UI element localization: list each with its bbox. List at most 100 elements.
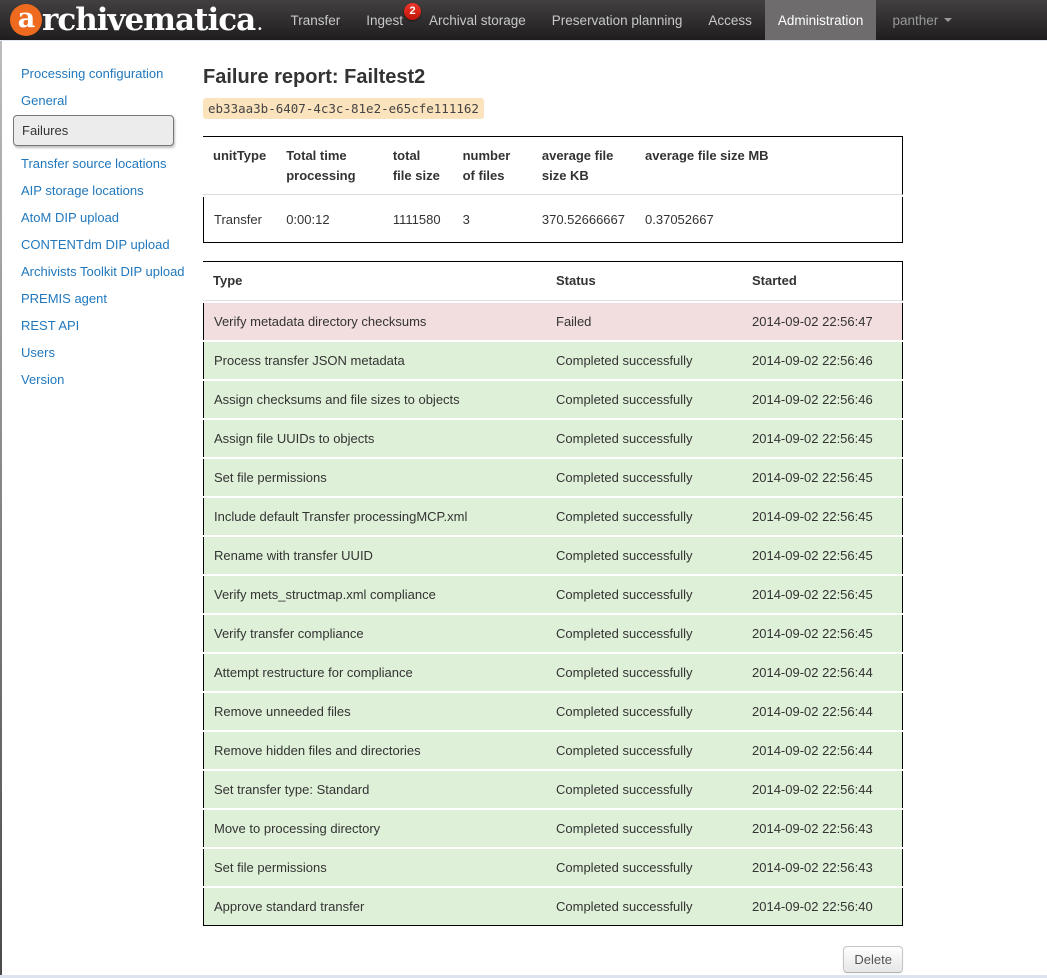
task-started: 2014-09-02 22:56:45 (742, 498, 903, 535)
delete-button[interactable]: Delete (843, 946, 903, 973)
report-actions: Delete (203, 946, 903, 973)
task-row-remove-unneeded-files: Remove unneeded files Completed successf… (203, 693, 903, 730)
task-started: 2014-09-02 22:56:45 (742, 420, 903, 457)
navbar-menu: Transfer Ingest 2 Archival storage (277, 0, 876, 40)
task-status: Completed successfully (546, 771, 742, 808)
sidebar-item-processing-configuration: Processing configuration (21, 66, 189, 81)
task-type: Attempt restructure for compliance (203, 654, 546, 691)
sidebar-item-archivists-toolkit-dip-upload: Archivists Toolkit DIP upload (21, 264, 189, 279)
chevron-down-icon (944, 18, 952, 22)
task-status: Completed successfully (546, 420, 742, 457)
summary-column-header: Total time processing (276, 136, 383, 195)
task-started: 2014-09-02 22:56:43 (742, 810, 903, 847)
summary-column-header: unitType (203, 136, 276, 195)
summary-row: Transfer 0:00:12 1111580 3 370.52666667 … (203, 197, 903, 243)
task-row-verify-metadata-directory-checksums: Verify metadata directory checksums Fail… (203, 303, 903, 340)
summary-column-header: average file size KB (532, 136, 635, 195)
summary-column-header: number of files (453, 136, 532, 195)
task-status: Completed successfully (546, 381, 742, 418)
nav-item-administration[interactable]: Administration (765, 0, 877, 40)
sidebar-item-atom-dip-upload: AtoM DIP upload (21, 210, 189, 225)
task-status: Failed (546, 303, 742, 340)
sidebar-item-aip-storage-locations: AIP storage locations (21, 183, 189, 198)
task-row-verify-mets-structmap-xml-compliance: Verify mets_structmap.xml compliance Com… (203, 576, 903, 613)
task-started: 2014-09-02 22:56:44 (742, 693, 903, 730)
task-started: 2014-09-02 22:56:47 (742, 303, 903, 340)
task-status: Completed successfully (546, 537, 742, 574)
task-row-set-file-permissions: Set file permissions Completed successfu… (203, 849, 903, 886)
task-type: Set transfer type: Standard (203, 771, 546, 808)
tasks-column-header: Type (203, 261, 546, 301)
logo-dot: . (257, 18, 261, 33)
task-type: Remove hidden files and directories (203, 732, 546, 769)
task-type: Verify transfer compliance (203, 615, 546, 652)
task-type: Remove unneeded files (203, 693, 546, 730)
task-status: Completed successfully (546, 693, 742, 730)
task-status: Completed successfully (546, 615, 742, 652)
task-type: Assign checksums and file sizes to objec… (203, 381, 546, 418)
task-status: Completed successfully (546, 849, 742, 886)
tasks-column-header: Started (742, 261, 903, 301)
summary-total-time: 0:00:12 (276, 197, 383, 243)
user-name: panther (892, 13, 938, 28)
tasks-column-header: Status (546, 261, 742, 301)
sidebar-item-premis-agent: PREMIS agent (21, 291, 189, 306)
task-type: Process transfer JSON metadata (203, 342, 546, 379)
task-type: Rename with transfer UUID (203, 537, 546, 574)
summary-table: unitTypeTotal time processingtotal file … (203, 134, 903, 245)
admin-sidebar: Processing configuration General Failure… (2, 41, 197, 399)
nav-item-transfer[interactable]: Transfer (277, 0, 353, 40)
task-row-move-to-processing-directory: Move to processing directory Completed s… (203, 810, 903, 847)
task-status: Completed successfully (546, 576, 742, 613)
task-row-attempt-restructure-for-compliance: Attempt restructure for compliance Compl… (203, 654, 903, 691)
nav-item-archival-storage[interactable]: Archival storage (416, 0, 539, 40)
main-content: Failure report: Failtest2 eb33aa3b-6407-… (203, 41, 903, 973)
task-type: Assign file UUIDs to objects (203, 420, 546, 457)
sidebar-item-version: Version (21, 372, 189, 387)
sidebar-item-users: Users (21, 345, 189, 360)
summary-avg-size-mb: 0.37052667 (635, 197, 903, 243)
archivematica-logo[interactable]: archivematica. (10, 0, 261, 40)
nav-item-preservation-planning[interactable]: Preservation planning (539, 0, 696, 40)
task-started: 2014-09-02 22:56:46 (742, 381, 903, 418)
summary-column-header: total file size (383, 136, 453, 195)
task-started: 2014-09-02 22:56:43 (742, 849, 903, 886)
nav-item-access[interactable]: Access (695, 0, 765, 40)
task-row-approve-standard-transfer: Approve standard transfer Completed succ… (203, 888, 903, 926)
logo-a-icon: a (10, 4, 42, 36)
user-menu[interactable]: panther (880, 0, 964, 40)
page-title: Failure report: Failtest2 (203, 66, 903, 89)
sidebar-item-rest-api: REST API (21, 318, 189, 333)
sidebar-item-transfer-source-locations: Transfer source locations (21, 156, 189, 171)
task-started: 2014-09-02 22:56:45 (742, 576, 903, 613)
summary-number-of-files: 3 (453, 197, 532, 243)
task-type: Include default Transfer processingMCP.x… (203, 498, 546, 535)
task-started: 2014-09-02 22:56:45 (742, 537, 903, 574)
transfer-uuid-badge: eb33aa3b-6407-4c3c-81e2-e65cfe111162 (203, 98, 484, 119)
task-status: Completed successfully (546, 810, 742, 847)
task-type: Verify mets_structmap.xml compliance (203, 576, 546, 613)
task-status: Completed successfully (546, 342, 742, 379)
sidebar-item-failures: Failures (13, 115, 174, 146)
task-status: Completed successfully (546, 459, 742, 496)
task-row-assign-file-uuids-to-objects: Assign file UUIDs to objects Completed s… (203, 420, 903, 457)
logo-text: rchivematica (42, 2, 255, 38)
task-row-verify-transfer-compliance: Verify transfer compliance Completed suc… (203, 615, 903, 652)
task-type: Set file permissions (203, 849, 546, 886)
task-started: 2014-09-02 22:56:45 (742, 615, 903, 652)
sidebar-item-general: General (21, 93, 189, 108)
sidebar-item-contentdm-dip-upload: CONTENTdm DIP upload (21, 237, 189, 252)
task-row-process-transfer-json-metadata: Process transfer JSON metadata Completed… (203, 342, 903, 379)
task-row-rename-with-transfer-uuid: Rename with transfer UUID Completed succ… (203, 537, 903, 574)
summary-total-file-size: 1111580 (383, 197, 453, 243)
task-row-set-transfer-type-standard: Set transfer type: Standard Completed su… (203, 771, 903, 808)
nav-item-ingest[interactable]: Ingest 2 (353, 0, 416, 40)
task-started: 2014-09-02 22:56:45 (742, 459, 903, 496)
task-started: 2014-09-02 22:56:46 (742, 342, 903, 379)
summary-unit-type: Transfer (203, 197, 276, 243)
summary-column-header: average file size MB (635, 136, 903, 195)
task-status: Completed successfully (546, 654, 742, 691)
task-type: Set file permissions (203, 459, 546, 496)
task-row-remove-hidden-files-and-directories: Remove hidden files and directories Comp… (203, 732, 903, 769)
task-started: 2014-09-02 22:56:44 (742, 732, 903, 769)
